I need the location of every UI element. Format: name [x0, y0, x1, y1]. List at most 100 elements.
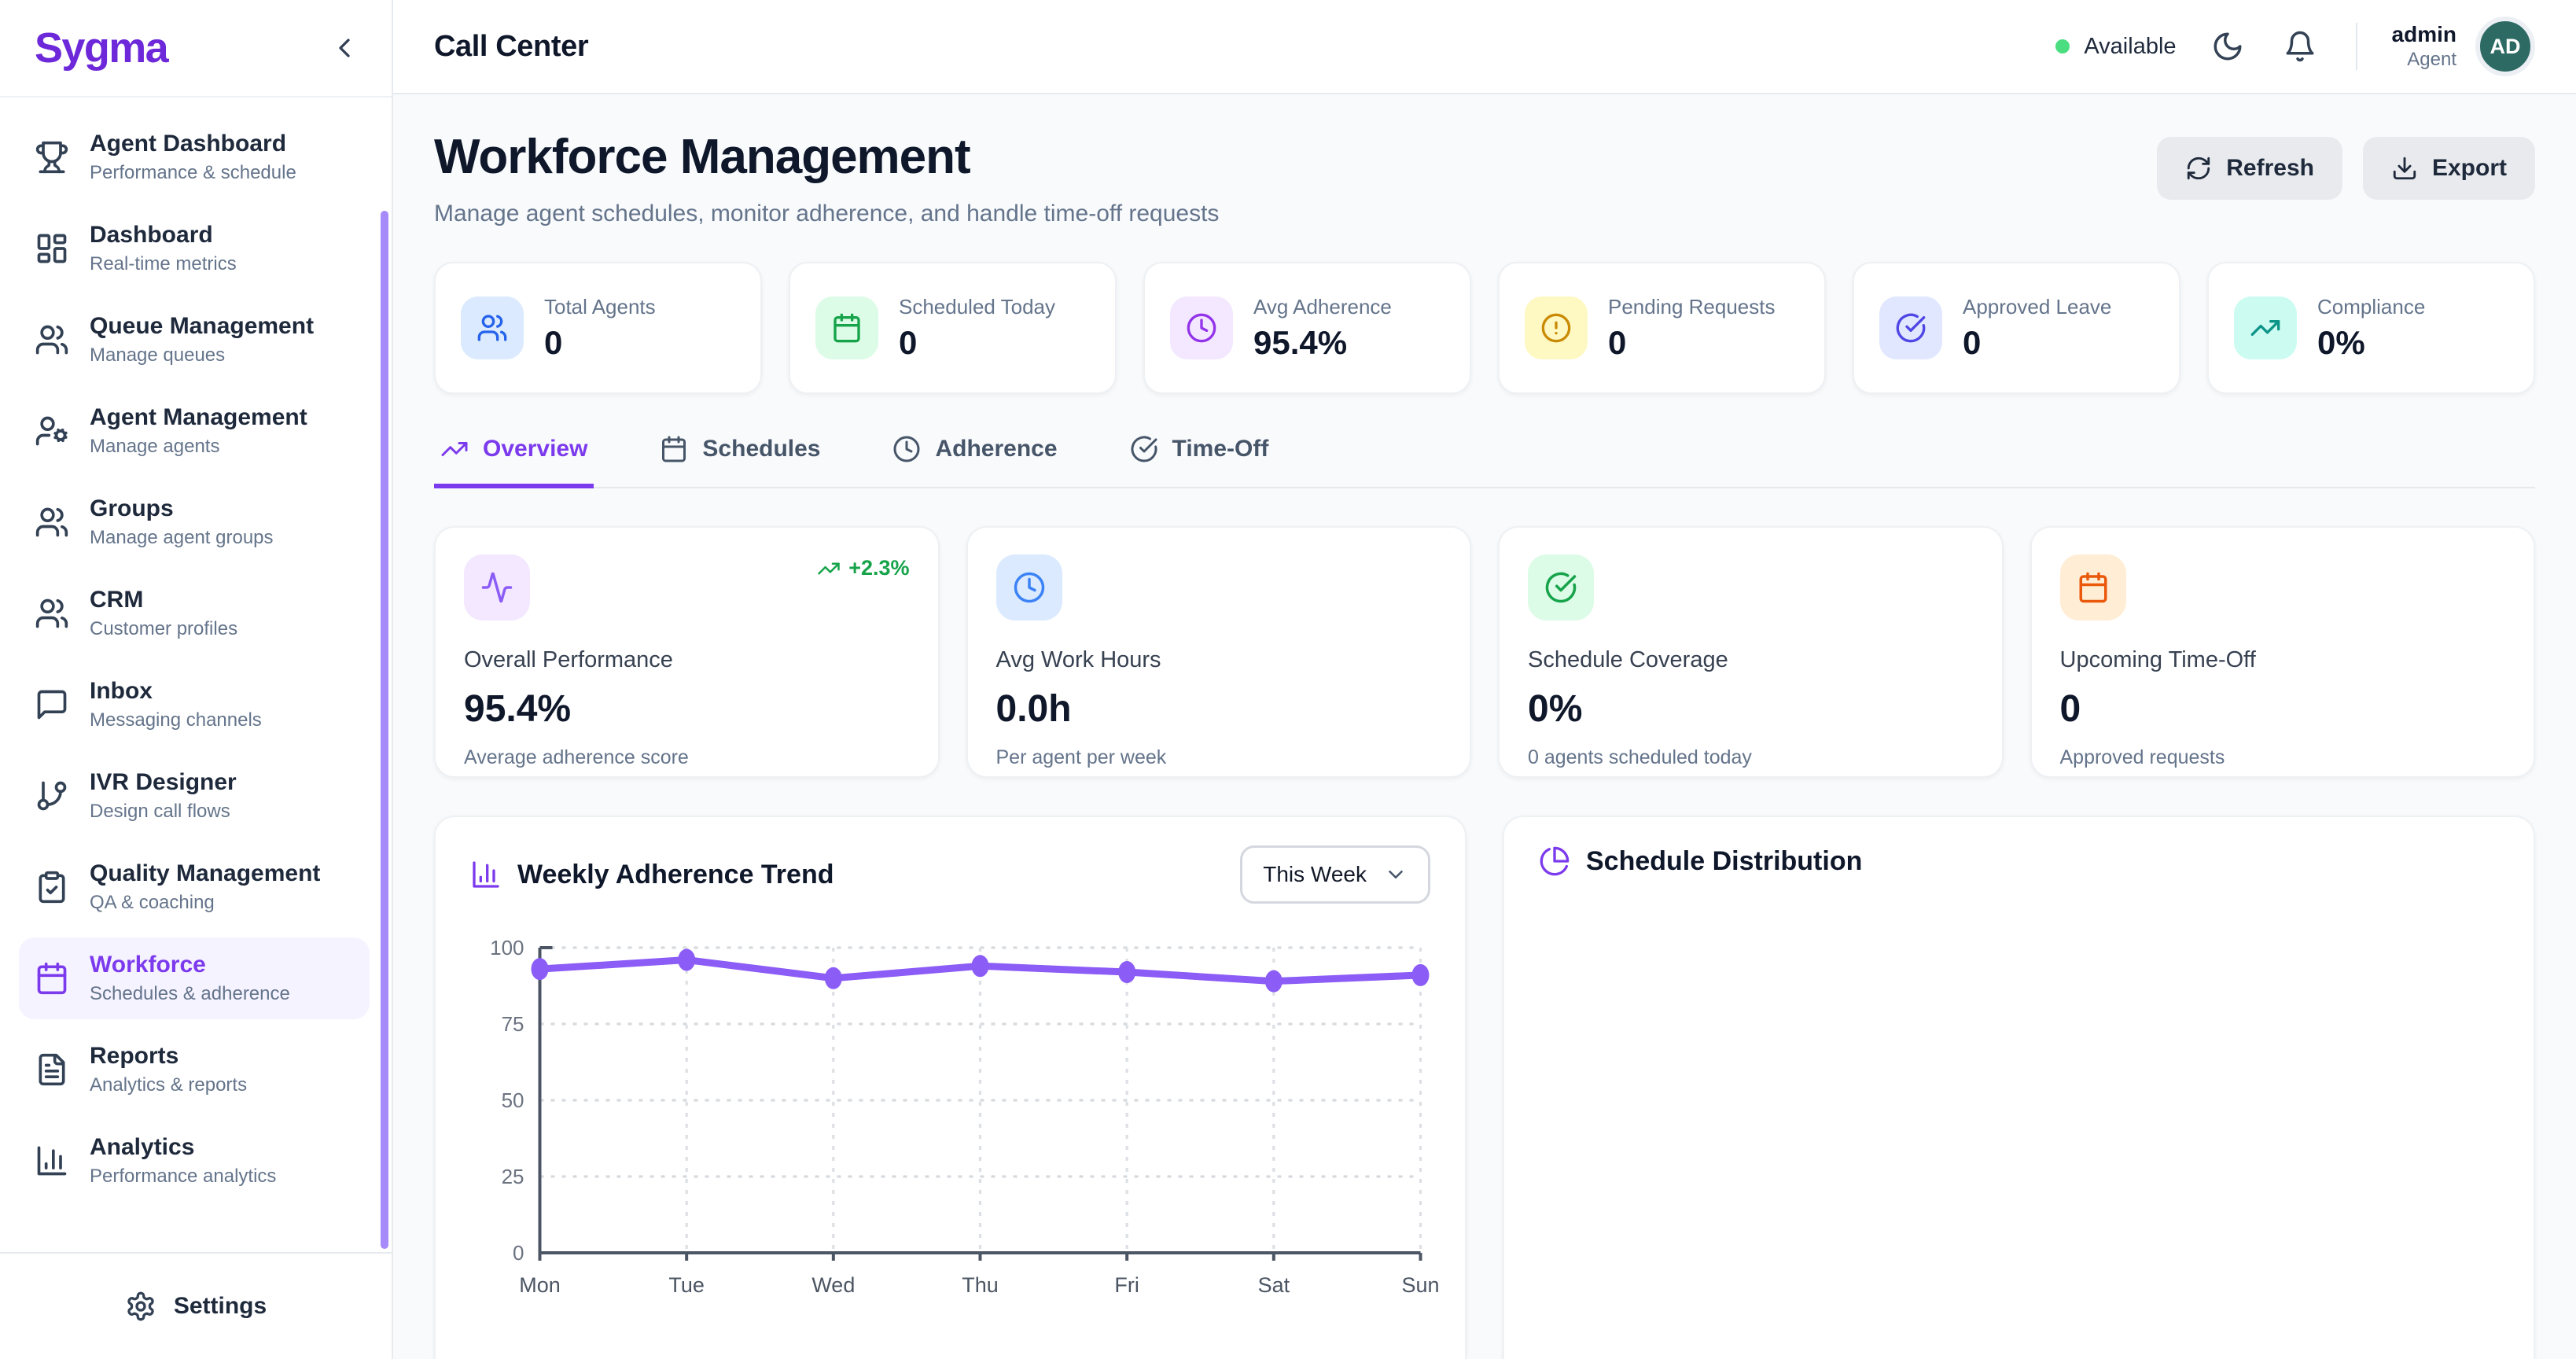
- stat-label: Compliance: [2317, 295, 2425, 319]
- sidebar-scrollbar[interactable]: [381, 211, 388, 1249]
- sidebar-item-quality-management[interactable]: Quality ManagementQA & coaching: [19, 846, 370, 928]
- sidebar-item-agent-dashboard[interactable]: Agent DashboardPerformance & schedule: [19, 116, 370, 198]
- workforce-dashboard: Sygma Agent DashboardPerformance & sched…: [0, 0, 2576, 1359]
- settings-label: Settings: [174, 1293, 267, 1320]
- adherence-line-chart: 0255075100MonTueWedThuFriSatSun: [470, 923, 1430, 1313]
- gear-icon: [125, 1291, 156, 1322]
- trending-up-icon: [817, 557, 841, 580]
- clock-icon: [996, 554, 1062, 621]
- sidebar-item-settings[interactable]: Settings: [0, 1252, 392, 1359]
- svg-text:Mon: Mon: [519, 1273, 561, 1297]
- tab-label: Adherence: [935, 436, 1057, 462]
- sidebar-logo-row: Sygma: [0, 0, 392, 98]
- sidebar-item-label: Analytics: [90, 1132, 276, 1162]
- sidebar-item-label: Reports: [90, 1041, 247, 1071]
- sidebar-item-queue-management[interactable]: Queue ManagementManage queues: [19, 299, 370, 381]
- stat-label: Scheduled Today: [899, 295, 1055, 319]
- sidebar-item-sublabel: Real-time metrics: [90, 252, 237, 277]
- sidebar-item-sublabel: Analytics & reports: [90, 1073, 247, 1098]
- dark-mode-toggle[interactable]: [2211, 28, 2249, 65]
- overview-cards: +2.3% Overall Performance 95.4% Average …: [434, 526, 2535, 778]
- calendar-icon: [815, 296, 878, 359]
- stats-row: Total Agents0 Scheduled Today0 Avg Adher…: [434, 262, 2535, 394]
- sidebar-item-sublabel: Schedules & adherence: [90, 982, 290, 1007]
- card-value: 95.4%: [464, 687, 910, 731]
- week-filter-select[interactable]: This Week: [1240, 845, 1430, 904]
- stat-label: Avg Adherence: [1253, 295, 1392, 319]
- bell-icon: [2283, 30, 2321, 63]
- stat-label: Approved Leave: [1963, 295, 2111, 319]
- tab-time-off[interactable]: Time-Off: [1124, 435, 1275, 488]
- sidebar-item-label: Workforce: [90, 950, 290, 980]
- check-circle-icon: [1528, 554, 1594, 621]
- sidebar-item-ivr-designer[interactable]: IVR DesignerDesign call flows: [19, 755, 370, 837]
- sidebar-item-sublabel: Design call flows: [90, 799, 237, 824]
- activity-icon: [464, 554, 530, 621]
- sidebar-item-agent-management[interactable]: Agent ManagementManage agents: [19, 390, 370, 472]
- tab-overview[interactable]: Overview: [434, 435, 594, 488]
- stat-value: 0: [1963, 324, 1981, 361]
- sidebar-nav: Agent DashboardPerformance & schedule Da…: [0, 98, 392, 1252]
- card-label: Schedule Coverage: [1528, 647, 1974, 673]
- svg-text:Fri: Fri: [1114, 1273, 1139, 1297]
- sidebar-item-label: Agent Dashboard: [90, 129, 296, 159]
- bar-chart-icon: [35, 1144, 69, 1178]
- trend-badge-value: +2.3%: [848, 556, 909, 580]
- card-value: 0: [2060, 687, 2506, 731]
- tab-schedules[interactable]: Schedules: [653, 435, 826, 488]
- svg-text:0: 0: [513, 1241, 524, 1265]
- stat-card-avg-adherence: Avg Adherence95.4%: [1143, 262, 1471, 394]
- sidebar-item-crm[interactable]: CRMCustomer profiles: [19, 573, 370, 654]
- svg-text:50: 50: [502, 1088, 524, 1112]
- sidebar-item-label: Queue Management: [90, 311, 314, 341]
- card-sublabel: Per agent per week: [996, 746, 1442, 769]
- layout-dashboard-icon: [35, 231, 69, 266]
- sidebar-item-label: Groups: [90, 494, 274, 524]
- svg-text:Thu: Thu: [962, 1273, 999, 1297]
- sidebar-item-sublabel: Manage agents: [90, 434, 307, 459]
- stat-card-compliance: Compliance0%: [2207, 262, 2535, 394]
- tab-label: Time-Off: [1172, 436, 1269, 462]
- top-bar: Call Center Available admin Agent: [393, 0, 2576, 94]
- user-role: Agent: [2392, 48, 2456, 72]
- alert-circle-icon: [1525, 296, 1588, 359]
- stat-value: 0: [1608, 324, 1626, 361]
- tab-adherence[interactable]: Adherence: [886, 435, 1063, 488]
- sidebar-item-sublabel: QA & coaching: [90, 890, 320, 915]
- app-logo: Sygma: [35, 24, 167, 72]
- sidebar-item-groups[interactable]: GroupsManage agent groups: [19, 481, 370, 563]
- file-text-icon: [35, 1052, 69, 1087]
- users-icon: [35, 322, 69, 357]
- panel-title: Schedule Distribution: [1586, 846, 1862, 877]
- users-icon: [35, 505, 69, 540]
- user-menu[interactable]: admin Agent AD: [2392, 17, 2535, 76]
- sidebar-item-sublabel: Messaging channels: [90, 708, 262, 733]
- sidebar-item-workforce[interactable]: WorkforceSchedules & adherence: [19, 937, 370, 1019]
- card-upcoming-time-off: Upcoming Time-Off 0 Approved requests: [2030, 526, 2536, 778]
- agent-status-selector[interactable]: Available: [2055, 34, 2176, 60]
- avatar[interactable]: AD: [2475, 17, 2535, 76]
- moon-icon: [2211, 30, 2249, 63]
- sidebar-item-dashboard[interactable]: DashboardReal-time metrics: [19, 208, 370, 289]
- tabs: Overview Schedules Adherence Time-Off: [434, 435, 2535, 488]
- calendar-icon: [2060, 554, 2126, 621]
- sidebar-item-label: Dashboard: [90, 220, 237, 250]
- sidebar-item-inbox[interactable]: InboxMessaging channels: [19, 664, 370, 746]
- tab-label: Overview: [483, 436, 587, 462]
- calendar-icon: [35, 961, 69, 996]
- sidebar-item-sublabel: Manage queues: [90, 343, 314, 368]
- weekly-adherence-panel: Weekly Adherence Trend This Week 0255075…: [434, 816, 1466, 1359]
- sidebar-collapse-button[interactable]: [319, 23, 370, 73]
- sidebar-item-label: Quality Management: [90, 859, 320, 889]
- sidebar-item-reports[interactable]: ReportsAnalytics & reports: [19, 1029, 370, 1110]
- chevron-down-icon: [1384, 863, 1408, 886]
- export-button[interactable]: Export: [2363, 137, 2535, 200]
- refresh-button[interactable]: Refresh: [2157, 137, 2342, 200]
- sidebar-item-analytics[interactable]: AnalyticsPerformance analytics: [19, 1120, 370, 1202]
- trophy-icon: [35, 140, 69, 175]
- card-sublabel: Average adherence score: [464, 746, 910, 769]
- pie-chart-icon: [1539, 845, 1570, 877]
- sidebar-item-label: IVR Designer: [90, 768, 237, 797]
- notifications-button[interactable]: [2283, 28, 2321, 65]
- svg-text:100: 100: [490, 936, 524, 959]
